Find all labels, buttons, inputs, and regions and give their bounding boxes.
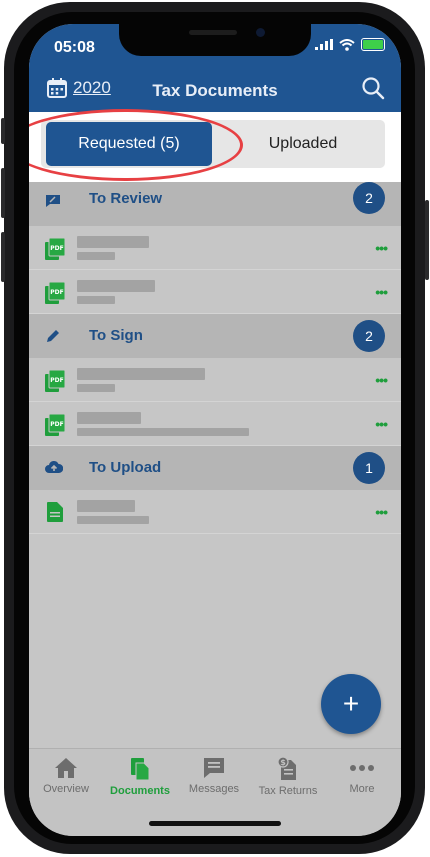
list-item[interactable]: PDF ••• <box>29 402 401 446</box>
volume-up-button <box>1 168 5 218</box>
battery-icon <box>361 38 385 51</box>
message-icon <box>204 758 224 778</box>
count-badge: 1 <box>353 452 385 484</box>
document-icon <box>47 502 63 522</box>
section-title: To Upload <box>89 459 162 476</box>
documents-icon <box>131 758 150 781</box>
more-options-icon[interactable]: ••• <box>375 372 388 388</box>
svg-text:$: $ <box>280 758 286 767</box>
tab-label: Documents <box>110 785 170 797</box>
device-notch <box>119 24 311 56</box>
section-to-review: To Review 2 <box>29 182 401 226</box>
pencil-icon <box>47 330 59 342</box>
highlight-circle <box>29 109 243 181</box>
tab-overview[interactable]: Overview <box>29 757 103 795</box>
tab-label: Messages <box>188 783 240 795</box>
more-options-icon[interactable]: ••• <box>375 504 388 520</box>
search-icon <box>362 77 385 100</box>
pdf-file-icon: PDF <box>45 414 65 436</box>
tax-return-icon: $ <box>277 757 296 780</box>
pdf-file-icon: PDF <box>45 238 65 260</box>
search-button[interactable] <box>361 76 385 105</box>
list-item[interactable]: PDF ••• <box>29 270 401 314</box>
more-icon <box>350 765 374 771</box>
uploaded-tab[interactable]: Uploaded <box>221 120 385 168</box>
status-time: 05:08 <box>54 39 95 56</box>
mute-switch <box>1 118 5 144</box>
section-to-sign: To Sign 2 <box>29 314 401 358</box>
more-options-icon[interactable]: ••• <box>375 284 388 300</box>
tab-label: Overview <box>43 783 89 795</box>
list-item[interactable]: ••• <box>29 490 401 534</box>
more-options-icon[interactable]: ••• <box>375 240 388 256</box>
home-icon <box>55 758 77 778</box>
svg-text:PDF: PDF <box>50 289 63 296</box>
tab-tax-returns[interactable]: $ Tax Returns <box>251 757 325 797</box>
section-to-upload: To Upload 1 <box>29 446 401 490</box>
tab-label: Tax Returns <box>258 785 318 797</box>
svg-text:PDF: PDF <box>50 245 63 252</box>
tab-documents[interactable]: Documents <box>103 757 177 797</box>
status-icons <box>315 38 385 51</box>
more-options-icon[interactable]: ••• <box>375 416 388 432</box>
tab-messages[interactable]: Messages <box>177 757 251 795</box>
list-item[interactable]: PDF ••• <box>29 358 401 402</box>
section-title: To Review <box>89 190 163 207</box>
power-button <box>425 200 429 280</box>
pdf-file-icon: PDF <box>45 370 65 392</box>
svg-text:PDF: PDF <box>50 377 63 384</box>
volume-down-button <box>1 232 5 282</box>
document-list: To Review 2 PDF ••• PDF ••• To Sign 2 PD… <box>29 182 401 534</box>
add-button[interactable]: + <box>321 674 381 734</box>
wifi-icon <box>339 38 355 51</box>
app-header: 05:08 2020 Tax Documents <box>29 24 401 112</box>
count-badge: 2 <box>353 320 385 352</box>
cloud-upload-icon <box>45 460 63 473</box>
count-badge: 2 <box>353 182 385 214</box>
review-icon <box>46 195 60 207</box>
page-title: Tax Documents <box>152 81 278 100</box>
app-screen: 05:08 2020 Tax Documents Requested (5) U… <box>29 24 401 836</box>
list-item[interactable]: PDF ••• <box>29 226 401 270</box>
tab-label: More <box>349 783 375 795</box>
svg-text:PDF: PDF <box>50 421 63 428</box>
signal-icon <box>315 39 333 50</box>
section-title: To Sign <box>89 327 143 344</box>
pdf-file-icon: PDF <box>45 282 65 304</box>
segment-area: Requested (5) Uploaded <box>29 109 401 182</box>
tab-bar: Overview Documents Messages $ Tax Return… <box>29 748 401 836</box>
tab-more[interactable]: More <box>325 757 399 795</box>
home-indicator <box>149 821 281 826</box>
